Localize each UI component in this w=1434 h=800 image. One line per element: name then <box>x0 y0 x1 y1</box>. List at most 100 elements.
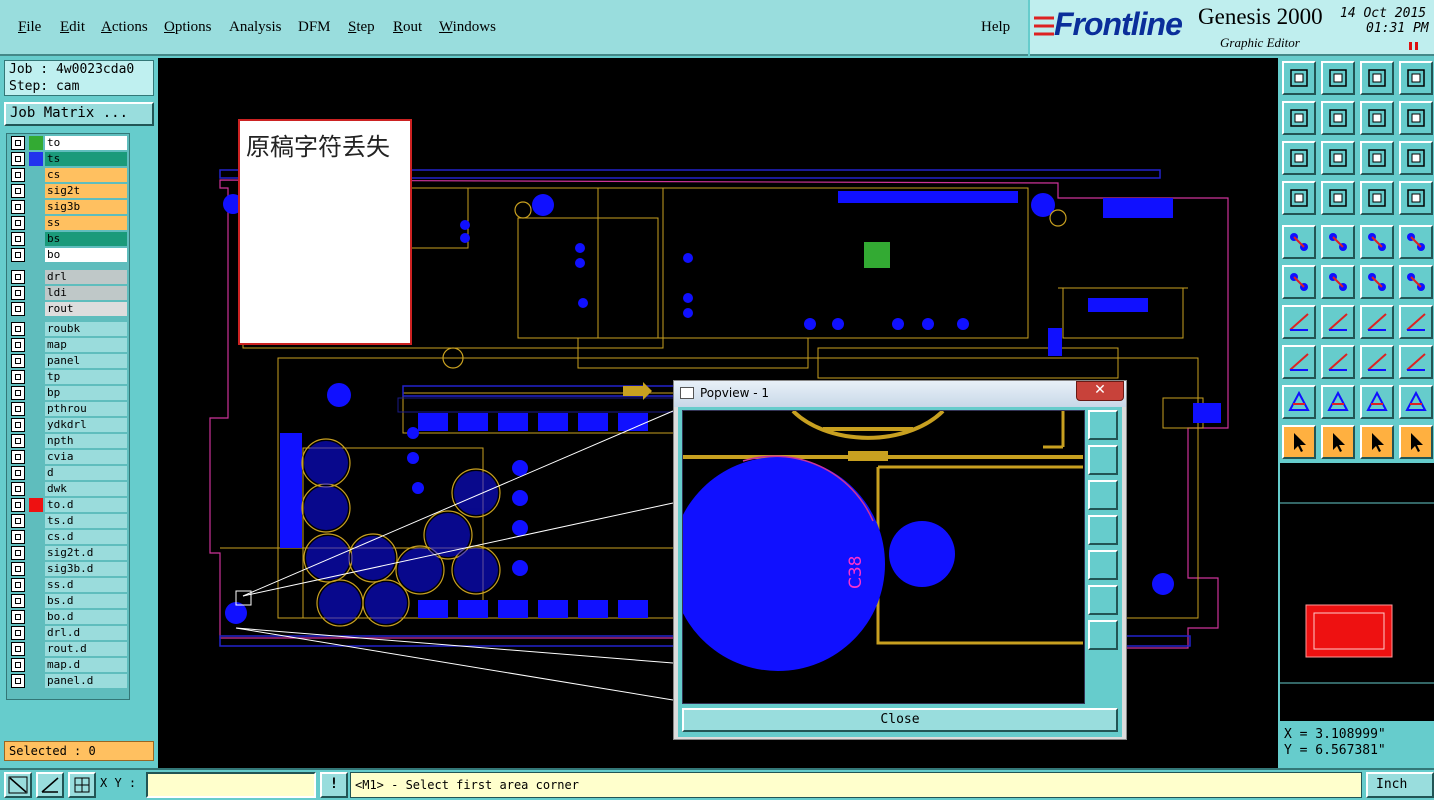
triangle-d-tool-button[interactable] <box>1399 385 1433 419</box>
layer-color-swatch[interactable] <box>29 626 43 640</box>
layer-checkbox[interactable] <box>11 562 25 576</box>
layer-row-map-d[interactable]: map.d <box>9 658 127 672</box>
menu-dfm[interactable]: DFM <box>298 19 331 36</box>
select-box-tool-button[interactable] <box>1321 425 1355 459</box>
layer-checkbox[interactable] <box>11 578 25 592</box>
redo-view-tool-button[interactable] <box>1399 101 1433 135</box>
pan-left-tool-button[interactable] <box>1282 101 1316 135</box>
layer-color-swatch[interactable] <box>29 354 43 368</box>
close-icon[interactable]: ✕ <box>1076 381 1124 401</box>
layer-checkbox[interactable] <box>11 674 25 688</box>
layer-row-sig3b[interactable]: sig3b <box>9 200 127 214</box>
layer-name[interactable]: panel <box>45 354 127 368</box>
layer-color-swatch[interactable] <box>29 270 43 284</box>
layer-checkbox[interactable] <box>11 152 25 166</box>
layer-row-sig2t[interactable]: sig2t <box>9 184 127 198</box>
layer-row-panel[interactable]: panel <box>9 354 127 368</box>
measure-center-tool-button[interactable] <box>1360 345 1394 379</box>
layer-checkbox[interactable] <box>11 642 25 656</box>
layer-name[interactable]: map <box>45 338 127 352</box>
layer-name[interactable]: ts.d <box>45 514 127 528</box>
layer-checkbox[interactable] <box>11 546 25 560</box>
layer-name[interactable]: rout.d <box>45 642 127 656</box>
layer-color-swatch[interactable] <box>29 658 43 672</box>
home-tool-button[interactable] <box>1360 61 1394 95</box>
layer-checkbox[interactable] <box>11 248 25 262</box>
grid-tool-button[interactable] <box>68 772 96 798</box>
layer-color-swatch[interactable] <box>29 466 43 480</box>
pan-down-tool-button[interactable] <box>1321 61 1355 95</box>
layer-row-map[interactable]: map <box>9 338 127 352</box>
layer-name[interactable]: bs <box>45 232 127 246</box>
menu-rout[interactable]: Rout <box>393 19 422 36</box>
layer-color-swatch[interactable] <box>29 530 43 544</box>
layer-name[interactable]: sig2t.d <box>45 546 127 560</box>
layer-row-ss-d[interactable]: ss.d <box>9 578 127 592</box>
scale-one-to-one-tool-button[interactable] <box>1360 141 1394 175</box>
layer-row-bo[interactable]: bo <box>9 248 127 262</box>
layer-name[interactable]: cs <box>45 168 127 182</box>
layer-checkbox[interactable] <box>11 610 25 624</box>
layer-color-swatch[interactable] <box>29 184 43 198</box>
menu-step[interactable]: Step <box>348 19 375 36</box>
layer-checkbox[interactable] <box>11 658 25 672</box>
mirror-tool-button[interactable] <box>1399 305 1433 339</box>
layer-row-rout-d[interactable]: rout.d <box>9 642 127 656</box>
layer-row-drl[interactable]: drl <box>9 270 127 284</box>
select-pad-tool-button[interactable] <box>1399 225 1433 259</box>
menu-options[interactable]: Options <box>164 19 212 36</box>
layer-row-ts[interactable]: ts <box>9 152 127 166</box>
layer-row-to[interactable]: to <box>9 136 127 150</box>
popview-pan-down-button[interactable] <box>1088 480 1118 510</box>
layer-checkbox[interactable] <box>11 200 25 214</box>
layer-name[interactable]: sig3b <box>45 200 127 214</box>
triangle-b-tool-button[interactable] <box>1321 385 1355 419</box>
layer-name[interactable]: cs.d <box>45 530 127 544</box>
layer-checkbox[interactable] <box>11 286 25 300</box>
layer-color-swatch[interactable] <box>29 216 43 230</box>
pad-group-tool-button[interactable] <box>1399 345 1433 379</box>
layer-color-swatch[interactable] <box>29 232 43 246</box>
layer-name[interactable]: ldi <box>45 286 127 300</box>
layer-name[interactable]: cvia <box>45 450 127 464</box>
layer-name[interactable]: d <box>45 466 127 480</box>
layer-color-swatch[interactable] <box>29 514 43 528</box>
menu-file[interactable]: File <box>18 19 41 36</box>
layer-name[interactable]: rout <box>45 302 127 316</box>
layer-color-swatch[interactable] <box>29 546 43 560</box>
layer-color-swatch[interactable] <box>29 594 43 608</box>
layer-checkbox[interactable] <box>11 450 25 464</box>
undo-view-tool-button[interactable] <box>1360 101 1394 135</box>
layer-color-swatch[interactable] <box>29 302 43 316</box>
layer-row-rout[interactable]: rout <box>9 302 127 316</box>
layer-checkbox[interactable] <box>11 136 25 150</box>
add-line-tool-button[interactable] <box>1321 225 1355 259</box>
layer-checkbox[interactable] <box>11 302 25 316</box>
triangle-a-tool-button[interactable] <box>1282 385 1316 419</box>
layer-color-swatch[interactable] <box>29 152 43 166</box>
layer-color-swatch[interactable] <box>29 482 43 496</box>
popview-window[interactable]: Popview - 1 ✕ C38 Close <box>673 380 1127 740</box>
xy-input[interactable] <box>146 772 316 798</box>
layer-checkbox[interactable] <box>11 514 25 528</box>
layer-name[interactable]: to.d <box>45 498 127 512</box>
layer-row-cs[interactable]: cs <box>9 168 127 182</box>
alert-button[interactable]: ! <box>320 772 348 798</box>
overview-panel[interactable] <box>1280 463 1434 721</box>
menu-windows[interactable]: Windows <box>439 19 496 36</box>
measure-tool-button[interactable] <box>4 772 32 798</box>
layer-color-swatch[interactable] <box>29 370 43 384</box>
layer-checkbox[interactable] <box>11 184 25 198</box>
zoom-center-tool-button[interactable] <box>1321 141 1355 175</box>
layer-row-panel-d[interactable]: panel.d <box>9 674 127 688</box>
angle-tool-button[interactable] <box>36 772 64 798</box>
grid-toggle-tool-button[interactable] <box>1321 181 1355 215</box>
layer-color-swatch[interactable] <box>29 322 43 336</box>
popview-zoom-out-button[interactable] <box>1088 620 1118 650</box>
layer-color-swatch[interactable] <box>29 168 43 182</box>
layer-name[interactable]: bp <box>45 386 127 400</box>
query-tool-button[interactable] <box>1399 141 1433 175</box>
layer-checkbox[interactable] <box>11 434 25 448</box>
move-node-tool-button[interactable] <box>1360 265 1394 299</box>
window-tool-button[interactable] <box>1399 61 1433 95</box>
